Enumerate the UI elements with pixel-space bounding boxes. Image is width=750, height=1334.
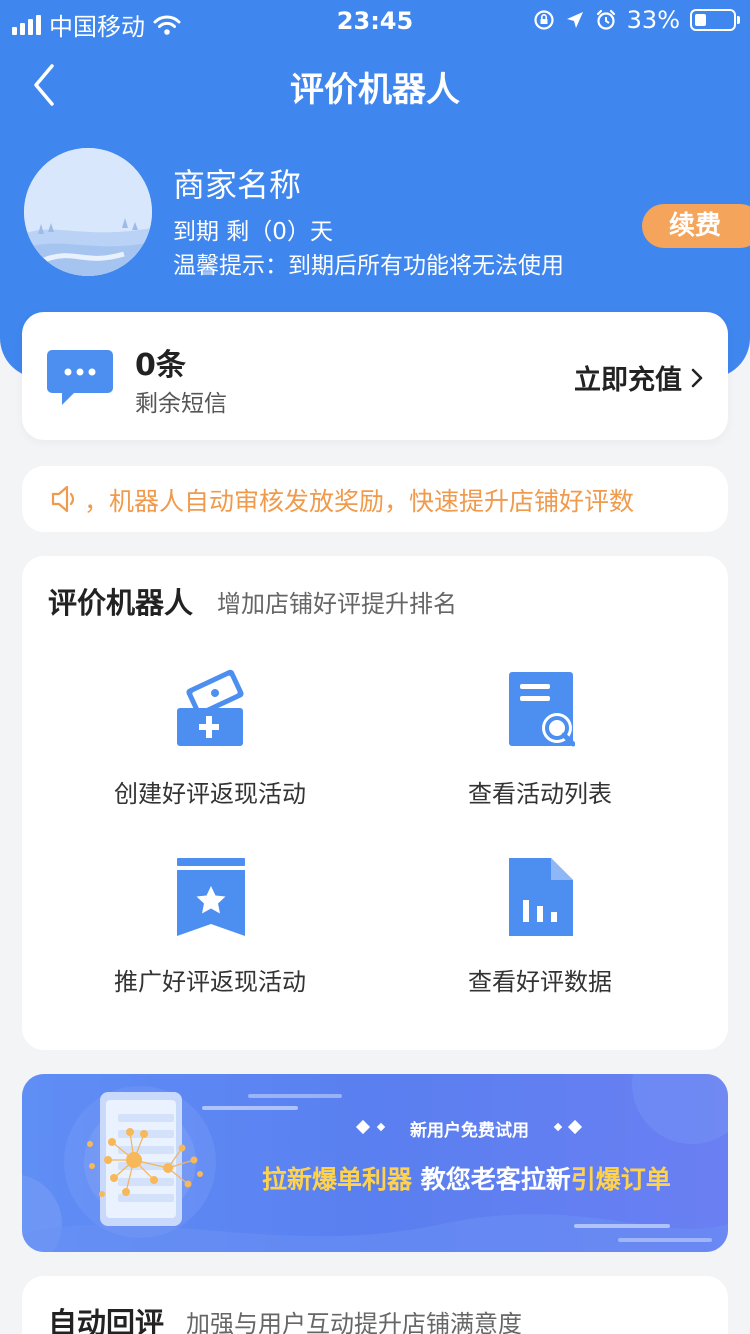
sms-card: 0条 剩余短信 立即充值 xyxy=(22,312,728,440)
merchant-name: 商家名称 xyxy=(173,166,302,204)
merchant-avatar[interactable] xyxy=(24,148,152,276)
document-search-icon xyxy=(509,672,575,747)
promote-activity-item[interactable]: 推广好评返现活动 xyxy=(50,856,370,997)
notice-card[interactable]: ，机器人自动审核发放奖励，快速提升店铺好评数 xyxy=(22,466,728,532)
bookmark-star-icon xyxy=(177,858,245,936)
review-robot-card: 评价机器人 增加店铺好评提升排名 创建好评返现活动 查看活动列表 推广好评返现活… xyxy=(22,556,728,1050)
promo-banner[interactable]: 新用户免费试用 拉新爆单利器 教您老客拉新引爆订单 xyxy=(22,1074,728,1252)
create-activity-label: 创建好评返现活动 xyxy=(114,780,306,808)
page-title: 评价机器人 xyxy=(290,70,460,110)
promote-activity-label: 推广好评返现活动 xyxy=(114,968,306,996)
review-data-item[interactable]: 查看好评数据 xyxy=(380,856,700,997)
recharge-label: 立即充值 xyxy=(574,365,682,396)
status-right: 33% xyxy=(533,6,740,34)
notice-text: ，机器人自动审核发放奖励，快速提升店铺好评数 xyxy=(84,487,635,516)
diamond-decor-left xyxy=(355,1119,386,1135)
expire-text: 到期 剩（0）天 xyxy=(173,219,333,245)
wallet-plus-icon xyxy=(177,669,244,746)
activity-list-label: 查看活动列表 xyxy=(468,780,612,808)
diamond-decor-right xyxy=(553,1119,583,1135)
create-activity-item[interactable]: 创建好评返现活动 xyxy=(50,668,370,809)
auto-section-title: 自动回评 xyxy=(48,1306,165,1334)
battery-icon xyxy=(690,9,740,31)
alarm-icon xyxy=(596,9,615,30)
sms-count: 0条 xyxy=(135,348,186,383)
banner-text-c: 引爆订单 xyxy=(570,1165,671,1194)
auto-section-subtitle: 加强与用户互动提升店铺满意度 xyxy=(186,1310,522,1334)
section-title: 评价机器人 xyxy=(48,586,194,620)
chevron-right-icon xyxy=(691,368,703,387)
banner-text-a: 拉新爆单利器 xyxy=(262,1165,413,1194)
banner-top-text: 新用户免费试用 xyxy=(410,1121,529,1141)
warm-tip-text: 温馨提示：到期后所有功能将无法使用 xyxy=(173,253,564,279)
review-data-label: 查看好评数据 xyxy=(468,968,612,996)
speaker-icon xyxy=(51,485,75,513)
banner-main-text: 拉新爆单利器 教您老客拉新引爆订单 xyxy=(262,1160,671,1196)
auto-reply-card: 自动回评 加强与用户互动提升店铺满意度 xyxy=(22,1276,728,1334)
battery-percent: 33% xyxy=(626,6,680,34)
recharge-button[interactable]: 立即充值 xyxy=(574,358,704,397)
status-bar: 中国移动 23:45 33% xyxy=(0,0,750,42)
banner-text-b: 教您老客拉新 xyxy=(412,1165,571,1194)
section-subtitle: 增加店铺好评提升排名 xyxy=(217,590,457,618)
avatar-landscape-image xyxy=(24,148,152,276)
file-chart-icon xyxy=(509,858,573,936)
activity-list-item[interactable]: 查看活动列表 xyxy=(380,668,700,809)
sms-label: 剩余短信 xyxy=(135,391,227,417)
location-icon xyxy=(566,12,583,28)
renew-button[interactable]: 续费 xyxy=(642,204,750,248)
rotation-lock-icon xyxy=(534,10,554,30)
chat-bubble-icon xyxy=(47,350,113,405)
